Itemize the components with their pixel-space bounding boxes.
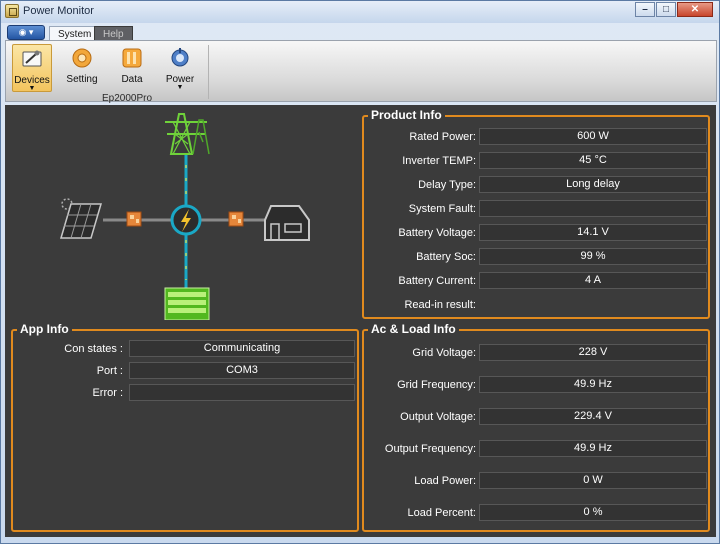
- inverter-temp-label: Inverter TEMP:: [402, 155, 476, 167]
- minimize-button[interactable]: –: [635, 2, 655, 17]
- output-frequency-row: Output Frequency: 49.9 Hz: [364, 440, 708, 458]
- load-power-label: Load Power:: [414, 475, 476, 487]
- power-button[interactable]: Power ▼: [160, 44, 200, 92]
- house-icon: [264, 205, 310, 241]
- battery-current-row: Battery Current: 4 A: [364, 272, 708, 290]
- system-fault-label: System Fault:: [408, 203, 476, 215]
- read-in-result-row: Read-in result:: [364, 296, 708, 314]
- error-row: Error :: [13, 384, 357, 402]
- inverter-temp-row: Inverter TEMP: 45 °C: [364, 152, 708, 170]
- ribbon-tab-row: ◉ ▾ System Help: [1, 23, 719, 42]
- battery-soc-label: Battery Soc:: [416, 251, 476, 263]
- grid-voltage-value: 228 V: [479, 344, 707, 361]
- output-voltage-value: 229.4 V: [479, 408, 707, 425]
- grid-voltage-row: Grid Voltage: 228 V: [364, 344, 708, 362]
- window-controls: – □ ✕: [634, 2, 713, 17]
- system-fault-row: System Fault:: [364, 200, 708, 218]
- application-menu-button[interactable]: ◉ ▾: [7, 25, 45, 40]
- port-row: Port : COM3: [13, 362, 357, 380]
- port-label: Port :: [96, 365, 123, 377]
- delay-type-value: Long delay: [479, 176, 707, 193]
- battery-current-value: 4 A: [479, 272, 707, 289]
- output-voltage-label: Output Voltage:: [400, 411, 476, 423]
- product-info-title: Product Info: [368, 108, 445, 122]
- rated-power-label: Rated Power:: [409, 131, 476, 143]
- setting-label: Setting: [66, 74, 98, 85]
- grid-voltage-label: Grid Voltage:: [412, 347, 476, 359]
- grid-frequency-row: Grid Frequency: 49.9 Hz: [364, 376, 708, 394]
- output-frequency-label: Output Frequency:: [384, 443, 476, 455]
- ribbon-group-label: Ep2000Pro: [102, 93, 153, 104]
- error-label: Error :: [92, 387, 123, 399]
- battery-soc-value: 99 %: [479, 248, 707, 265]
- grid-tower-icon: [165, 113, 210, 155]
- product-info-panel: Product Info Rated Power: 600 W Inverter…: [362, 108, 710, 319]
- devices-button[interactable]: Devices ▼: [12, 44, 52, 92]
- main-content: Product Info Rated Power: 600 W Inverter…: [5, 105, 716, 537]
- setting-button[interactable]: Setting: [62, 44, 102, 92]
- load-power-row: Load Power: 0 W: [364, 472, 708, 490]
- delay-type-row: Delay Type: Long delay: [364, 176, 708, 194]
- read-in-result-label: Read-in result:: [404, 299, 476, 311]
- close-button[interactable]: ✕: [677, 2, 713, 17]
- window-title: Power Monitor: [23, 5, 94, 17]
- con-states-row: Con states : Communicating: [13, 340, 357, 358]
- output-voltage-row: Output Voltage: 229.4 V: [364, 408, 708, 426]
- grid-frequency-label: Grid Frequency:: [397, 379, 476, 391]
- output-frequency-value: 49.9 Hz: [479, 440, 707, 457]
- devices-icon: [22, 50, 42, 67]
- error-value: [129, 384, 355, 401]
- inverter-temp-value: 45 °C: [479, 152, 707, 169]
- battery-icon: [164, 287, 210, 320]
- devices-dropdown-icon: ▼: [28, 85, 36, 92]
- data-label: Data: [121, 74, 143, 85]
- title-bar[interactable]: Power Monitor – □ ✕: [1, 1, 719, 23]
- power-icon: [171, 48, 189, 67]
- power-dropdown-icon: ▼: [176, 84, 184, 91]
- con-states-value: Communicating: [129, 340, 355, 357]
- app-info-title: App Info: [17, 322, 72, 336]
- battery-voltage-row: Battery Voltage: 14.1 V: [364, 224, 708, 242]
- rated-power-value: 600 W: [479, 128, 707, 145]
- load-percent-row: Load Percent: 0 %: [364, 504, 708, 522]
- center-hub-icon: [170, 204, 202, 236]
- setting-icon: [72, 48, 92, 68]
- ribbon: Devices ▼ Setting Data Power ▼ Ep2000Pro: [5, 40, 717, 104]
- system-fault-value: [479, 200, 707, 217]
- data-button[interactable]: Data: [112, 44, 152, 92]
- load-power-value: 0 W: [479, 472, 707, 489]
- converter-icon: [126, 211, 142, 227]
- battery-voltage-label: Battery Voltage:: [398, 227, 476, 239]
- maximize-button[interactable]: □: [656, 2, 676, 17]
- battery-voltage-value: 14.1 V: [479, 224, 707, 241]
- ac-load-info-title: Ac & Load Info: [368, 322, 459, 336]
- load-percent-value: 0 %: [479, 504, 707, 521]
- ac-load-info-panel: Ac & Load Info Grid Voltage: 228 V Grid …: [362, 322, 710, 532]
- delay-type-label: Delay Type:: [418, 179, 476, 191]
- app-icon: [5, 4, 19, 18]
- con-states-label: Con states :: [64, 343, 123, 355]
- port-value: COM3: [129, 362, 355, 379]
- grid-frequency-value: 49.9 Hz: [479, 376, 707, 393]
- energy-flow-diagram: [59, 113, 310, 320]
- rated-power-row: Rated Power: 600 W: [364, 128, 708, 146]
- inverter-icon: [228, 211, 244, 227]
- battery-current-label: Battery Current:: [398, 275, 476, 287]
- app-window: Power Monitor – □ ✕ ◉ ▾ System Help Devi…: [0, 0, 720, 544]
- ribbon-group-separator: [208, 45, 209, 99]
- app-info-panel: App Info Con states : Communicating Port…: [11, 322, 359, 532]
- battery-soc-row: Battery Soc: 99 %: [364, 248, 708, 266]
- solar-panel-icon: [59, 198, 103, 239]
- data-icon: [122, 48, 142, 68]
- load-percent-label: Load Percent:: [407, 507, 477, 519]
